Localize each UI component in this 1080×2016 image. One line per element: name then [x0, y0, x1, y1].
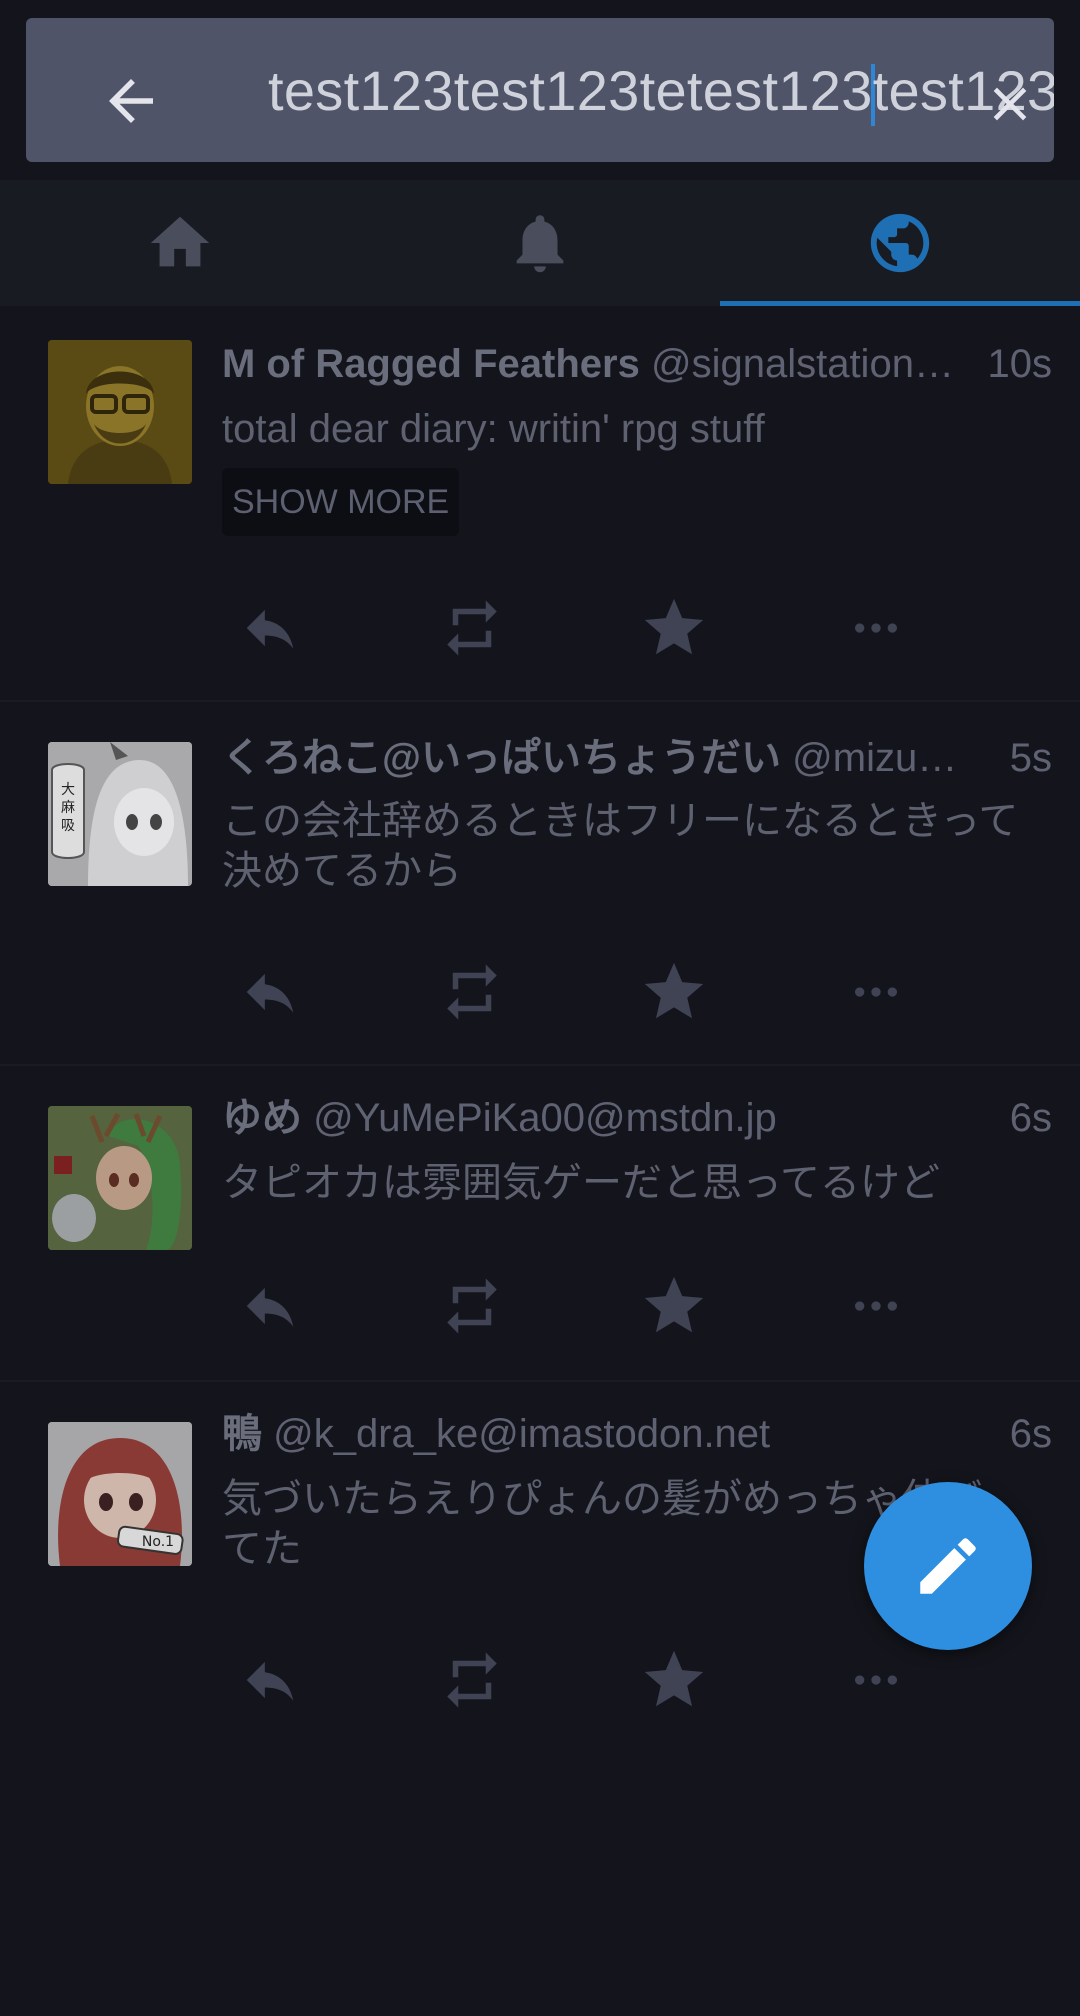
- svg-text:No.1: No.1: [142, 1534, 174, 1550]
- pencil-icon: [920, 1538, 976, 1594]
- status-actions: [0, 588, 1080, 668]
- reply-icon: [246, 973, 294, 1013]
- boost-button[interactable]: [432, 1266, 512, 1346]
- back-button[interactable]: [98, 68, 164, 134]
- reply-button[interactable]: [230, 1266, 310, 1346]
- account-handle[interactable]: @k_dra_ke@imastodon.net: [273, 1412, 770, 1456]
- status-header: 鴨 @k_dra_ke@imastodon.net 6s: [222, 1406, 1052, 1462]
- status-item[interactable]: M of Ragged Feathers @signalstation… 10s…: [0, 306, 1080, 702]
- status-actions: [0, 952, 1080, 1032]
- avatar-image: No.1: [48, 1422, 192, 1566]
- status-actions: [0, 1640, 1080, 1720]
- arrow-left-icon: [109, 79, 153, 123]
- status-content: total dear diary: writin' rpg stuff: [222, 407, 765, 451]
- avatar[interactable]: [48, 340, 192, 484]
- account-handle[interactable]: @signalstation…: [651, 342, 954, 386]
- more-button[interactable]: [836, 1640, 916, 1720]
- reply-button[interactable]: [230, 952, 310, 1032]
- display-name[interactable]: ゆめ: [222, 1096, 302, 1140]
- favourite-button[interactable]: [634, 1266, 714, 1346]
- reply-button[interactable]: [230, 588, 310, 668]
- status-item[interactable]: 大 麻 吸 くろねこ@いっぱいちょうだい @mizu… 5s この会社辞めるとき…: [0, 700, 1080, 1066]
- reply-icon: [246, 1287, 294, 1327]
- status-header: くろねこ@いっぱいちょうだい @mizu… 5s: [222, 730, 1052, 786]
- favourite-button[interactable]: [634, 588, 714, 668]
- avatar[interactable]: 大 麻 吸: [48, 742, 192, 886]
- repeat-icon: [447, 600, 497, 656]
- timestamp: 6s: [1005, 1090, 1052, 1146]
- close-icon: [993, 87, 1027, 121]
- repeat-icon: [447, 964, 497, 1020]
- reply-button[interactable]: [230, 1640, 310, 1720]
- status-content: タピオカは雰囲気ゲーだと思ってるけど: [222, 1161, 940, 1205]
- search-bar: test123test123tetest123test123test123: [26, 18, 1054, 162]
- boost-button[interactable]: [432, 1640, 512, 1720]
- account-handle[interactable]: @mizu…: [792, 736, 957, 780]
- star-icon: [644, 598, 704, 655]
- timestamp: 6s: [1005, 1406, 1052, 1462]
- search-text-before-caret: test123test123tetest123: [268, 59, 873, 122]
- boost-button[interactable]: [432, 588, 512, 668]
- more-horiz-icon: [855, 987, 897, 997]
- reply-icon: [246, 1661, 294, 1701]
- avatar-image: [48, 1106, 192, 1250]
- display-name[interactable]: 鴨: [222, 1412, 262, 1456]
- search-input[interactable]: test123test123tetest123test123test123: [268, 56, 1054, 126]
- svg-text:吸: 吸: [61, 818, 75, 834]
- avatar[interactable]: [48, 1106, 192, 1250]
- status-actions: [0, 1936, 1080, 2016]
- tab-federated[interactable]: [720, 180, 1080, 306]
- home-icon: [150, 216, 210, 267]
- globe-icon: [870, 213, 930, 273]
- more-horiz-icon: [855, 623, 897, 633]
- tab-home[interactable]: [0, 180, 360, 306]
- timestamp: 10s: [983, 336, 1052, 392]
- display-name[interactable]: くろねこ@いっぱいちょうだい: [222, 736, 781, 780]
- avatar[interactable]: No.1: [48, 1422, 192, 1566]
- reply-icon: [246, 609, 294, 649]
- repeat-icon: [447, 1652, 497, 1708]
- timestamp: 5s: [1005, 730, 1052, 786]
- clear-search-button[interactable]: [982, 76, 1038, 132]
- more-button[interactable]: [836, 588, 916, 668]
- account-handle[interactable]: @YuMePiKa00@mstdn.jp: [313, 1096, 777, 1140]
- star-icon: [644, 1650, 704, 1707]
- more-button[interactable]: [836, 952, 916, 1032]
- star-icon: [644, 1276, 704, 1333]
- compose-button[interactable]: [864, 1482, 1032, 1650]
- status-header: M of Ragged Feathers @signalstation… 10s: [222, 336, 1052, 392]
- star-icon: [644, 962, 704, 1019]
- tab-notifications[interactable]: [360, 180, 720, 306]
- more-horiz-icon: [855, 1301, 897, 1311]
- avatar-image: [48, 340, 192, 484]
- favourite-button[interactable]: [634, 1640, 714, 1720]
- status-actions: [0, 1266, 1080, 1346]
- svg-text:麻: 麻: [61, 800, 75, 816]
- status-content: この会社辞めるときはフリーになるときって決めてるから: [222, 799, 1019, 893]
- more-horiz-icon: [855, 1675, 897, 1685]
- tab-bar: [0, 180, 1080, 306]
- boost-button[interactable]: [432, 952, 512, 1032]
- status-header: ゆめ @YuMePiKa00@mstdn.jp 6s: [222, 1090, 1052, 1146]
- bell-icon: [516, 215, 564, 273]
- avatar-image: 大 麻 吸: [48, 742, 192, 886]
- more-button[interactable]: [836, 1266, 916, 1346]
- repeat-icon: [447, 1278, 497, 1334]
- show-more-button[interactable]: SHOW MORE: [222, 468, 460, 536]
- status-item[interactable]: ゆめ @YuMePiKa00@mstdn.jp 6s タピオカは雰囲気ゲーだと思…: [0, 1064, 1080, 1382]
- display-name[interactable]: M of Ragged Feathers: [222, 342, 640, 386]
- svg-text:大: 大: [61, 782, 75, 798]
- favourite-button[interactable]: [634, 952, 714, 1032]
